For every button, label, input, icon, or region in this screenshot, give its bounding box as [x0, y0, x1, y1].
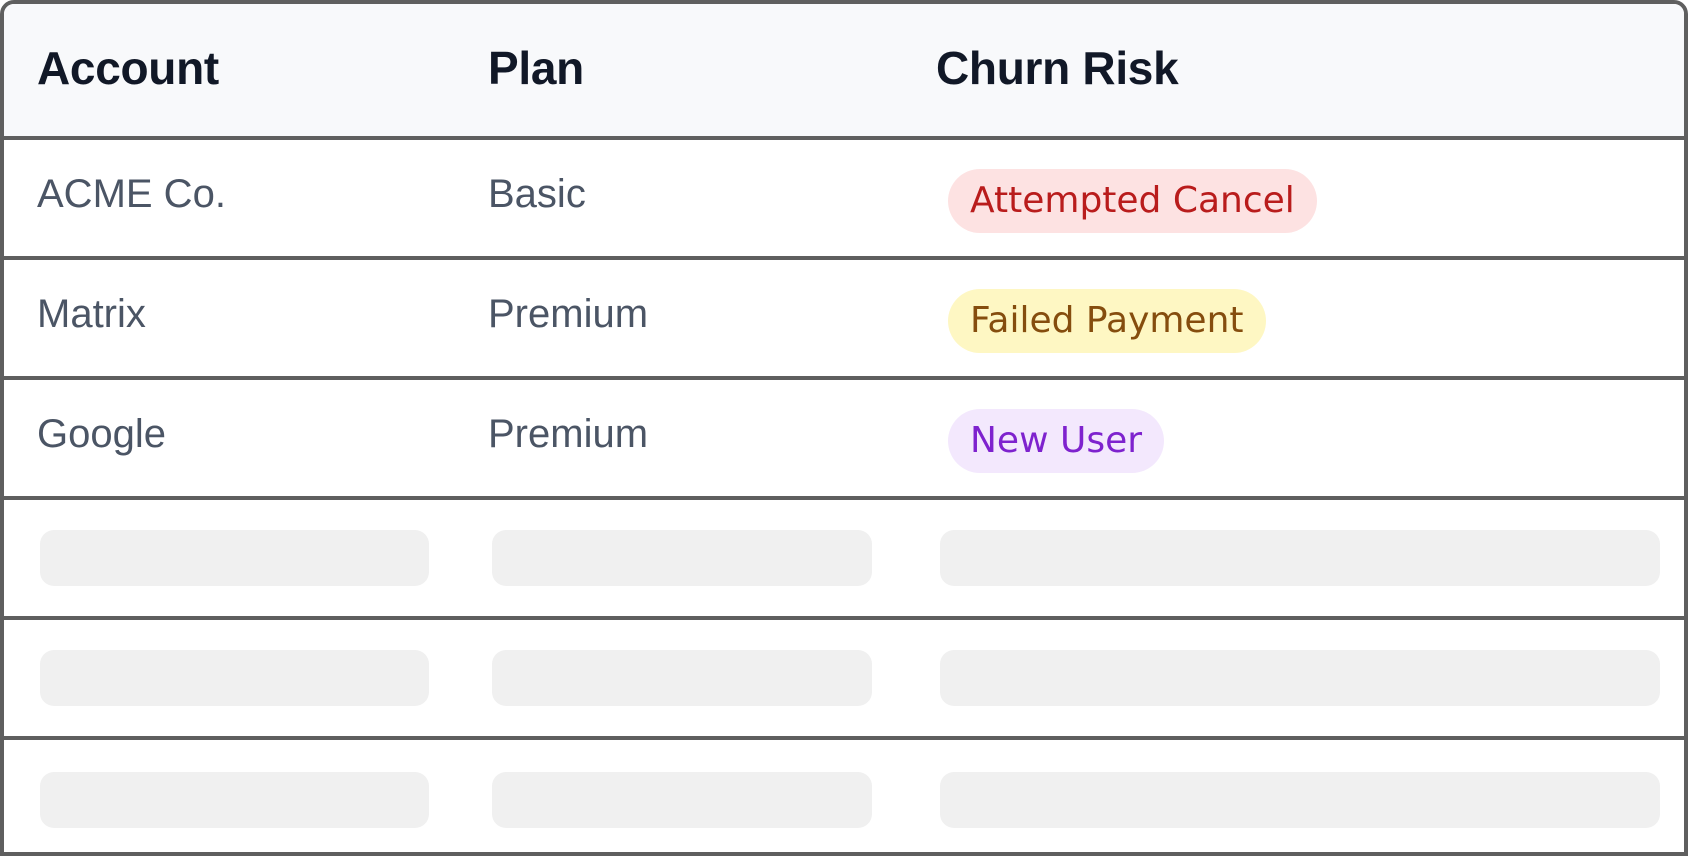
- churn-risk-table: Account Plan Churn Risk ACME Co. Basic A…: [0, 0, 1688, 856]
- loading-row: [4, 620, 1684, 740]
- skeleton-placeholder: [940, 772, 1660, 828]
- skeleton-placeholder: [40, 772, 429, 828]
- account-cell: Matrix: [37, 291, 146, 336]
- skeleton-placeholder: [940, 530, 1660, 586]
- plan-cell: Premium: [488, 291, 649, 336]
- churn-risk-badge: Failed Payment: [948, 289, 1266, 353]
- plan-cell: Basic: [488, 171, 586, 216]
- churn-risk-badge: Attempted Cancel: [948, 169, 1317, 233]
- loading-row: [4, 500, 1684, 620]
- column-header-churn-risk[interactable]: Churn Risk: [936, 41, 1179, 95]
- skeleton-placeholder: [492, 772, 872, 828]
- skeleton-placeholder: [940, 650, 1660, 706]
- column-header-plan[interactable]: Plan: [488, 41, 584, 95]
- table-row[interactable]: Google Premium New User: [4, 380, 1684, 500]
- skeleton-placeholder: [492, 650, 872, 706]
- account-cell: Google: [37, 411, 166, 456]
- skeleton-placeholder: [40, 530, 429, 586]
- skeleton-placeholder: [40, 650, 429, 706]
- plan-cell: Premium: [488, 411, 649, 456]
- loading-row: [4, 740, 1684, 852]
- table-row[interactable]: ACME Co. Basic Attempted Cancel: [4, 140, 1684, 260]
- account-cell: ACME Co.: [37, 171, 226, 216]
- churn-risk-badge: New User: [948, 409, 1165, 473]
- column-header-account[interactable]: Account: [37, 41, 219, 95]
- table-header-row: Account Plan Churn Risk: [4, 4, 1684, 140]
- skeleton-placeholder: [492, 530, 872, 586]
- table-row[interactable]: Matrix Premium Failed Payment: [4, 260, 1684, 380]
